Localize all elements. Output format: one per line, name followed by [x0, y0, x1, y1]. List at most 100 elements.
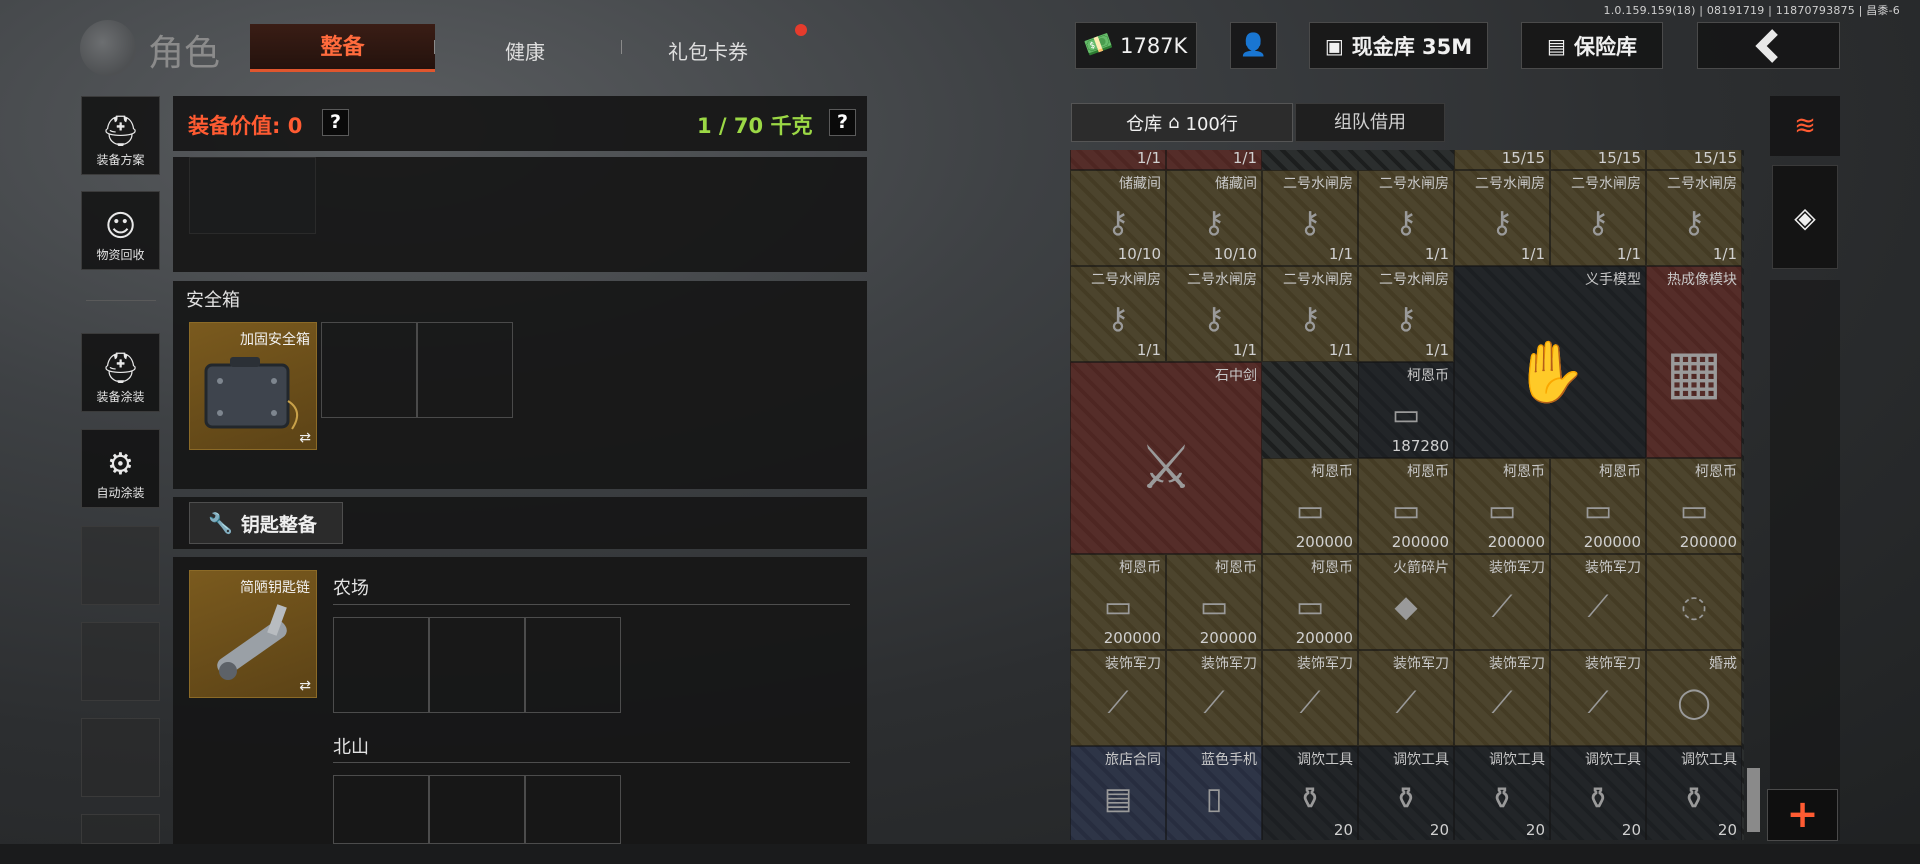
warehouse-item[interactable]: ▭ 柯恩币 200000: [1550, 458, 1646, 554]
key-slot[interactable]: [333, 617, 429, 713]
sidebar-item-loadout-plan[interactable]: ⛑ 装备方案: [81, 96, 160, 175]
warehouse-item[interactable]: ◌15/15: [1646, 150, 1742, 170]
money-display[interactable]: 💵 1787K: [1075, 22, 1197, 69]
item-count: 200000: [1103, 629, 1161, 647]
key-slot[interactable]: [429, 617, 525, 713]
warehouse-item[interactable]: ▭ 柯恩币 200000: [1070, 554, 1166, 650]
tab-gift-cards[interactable]: 礼包卡券: [668, 36, 748, 65]
warehouse-item[interactable]: ⚷ 储藏间 10/10: [1166, 170, 1262, 266]
warehouse-item[interactable]: ⟋ 装饰军刀: [1454, 650, 1550, 746]
warehouse-item[interactable]: ⚱ 调饮工具 20: [1454, 746, 1550, 840]
sort-button[interactable]: ≋: [1770, 96, 1840, 156]
swap-icon[interactable]: ⇄: [299, 430, 311, 446]
warehouse-item[interactable]: ⟋ 装饰军刀: [1166, 650, 1262, 746]
key-slot[interactable]: [333, 775, 429, 844]
tab-warehouse-label: 仓库: [1126, 113, 1163, 135]
warehouse-item[interactable]: ◌: [1646, 554, 1742, 650]
warehouse-item[interactable]: ⟋ 装饰军刀: [1070, 650, 1166, 746]
warehouse-item[interactable]: ⚱ 调饮工具 20: [1358, 746, 1454, 840]
key-prep-button[interactable]: 🔧 钥匙整备: [189, 502, 343, 544]
warehouse-item[interactable]: ⟋ 装饰军刀: [1550, 650, 1646, 746]
warehouse-scrollbar[interactable]: [1747, 768, 1760, 832]
tab-health[interactable]: 健康: [505, 36, 545, 65]
sidebar-item-skin[interactable]: ⛑ 装备涂装: [81, 333, 160, 412]
sidebar-empty-slot[interactable]: [81, 622, 160, 701]
backpack-slot[interactable]: [189, 157, 316, 234]
warehouse-item[interactable]: ⚷ 二号水闸房 1/1: [1358, 170, 1454, 266]
warehouse-item[interactable]: ⚱ 调饮工具 20: [1550, 746, 1646, 840]
key-slot[interactable]: [525, 617, 621, 713]
warehouse-item[interactable]: ◌15/15: [1454, 150, 1550, 170]
safebox-slot[interactable]: [321, 322, 417, 418]
warehouse-item[interactable]: ⚱ 调饮工具 20: [1646, 746, 1742, 840]
safe-vault-button[interactable]: ▤ 保险库: [1521, 22, 1663, 69]
warehouse-item[interactable]: ⟋ 装饰军刀: [1550, 554, 1646, 650]
keychain-item[interactable]: 简陋钥匙链 ⇄: [189, 570, 317, 698]
back-button[interactable]: [1697, 22, 1840, 69]
item-image-icon: ⚷: [1299, 301, 1321, 337]
sidebar-empty-slot[interactable]: [81, 718, 160, 797]
tab-gear[interactable]: 整备: [250, 24, 435, 72]
warehouse-item[interactable]: ⚔ 石中剑: [1070, 362, 1262, 554]
item-name: 婚戒: [1709, 656, 1737, 672]
sidebar-item-label: 装备方案: [96, 153, 145, 167]
warehouse-item[interactable]: ▭ 柯恩币 200000: [1358, 458, 1454, 554]
back-arrow-icon: [1754, 28, 1778, 63]
agent-button[interactable]: 👤: [1230, 22, 1277, 69]
warehouse-item[interactable]: ▭ 柯恩币 200000: [1166, 554, 1262, 650]
add-button[interactable]: +: [1767, 789, 1838, 841]
warehouse-item[interactable]: ▯ 蓝色手机: [1166, 746, 1262, 840]
warehouse-item[interactable]: ▭ 柯恩币 187280: [1358, 362, 1454, 458]
warehouse-item[interactable]: ◆ 火箭碎片: [1358, 554, 1454, 650]
warehouse-item[interactable]: ⚱ 调饮工具 20: [1262, 746, 1358, 840]
warehouse-item[interactable]: ⚷ 二号水闸房 1/1: [1262, 170, 1358, 266]
tab-team-borrow[interactable]: 组队借用: [1295, 103, 1445, 142]
filter-layers-button[interactable]: ◈: [1772, 165, 1838, 269]
weight-help-button[interactable]: ?: [829, 109, 856, 136]
key-slot[interactable]: [429, 775, 525, 844]
warehouse-item[interactable]: ◌1/1: [1070, 150, 1166, 170]
sidebar-empty-slot[interactable]: [81, 526, 160, 605]
safebox-slot[interactable]: [417, 322, 513, 418]
safebox-item[interactable]: 加固安全箱 ⇄: [189, 322, 317, 450]
tab-warehouse[interactable]: 仓库 ⌂ 100行: [1071, 103, 1293, 142]
safebox-title: 安全箱: [186, 290, 240, 311]
warehouse-item[interactable]: ⚷ 储藏间 10/10: [1070, 170, 1166, 266]
item-image-icon: ⚷: [1107, 205, 1129, 241]
key-slot[interactable]: [525, 775, 621, 844]
warehouse-item[interactable]: ◌15/15: [1550, 150, 1646, 170]
warehouse-item[interactable]: ⟋ 装饰军刀: [1358, 650, 1454, 746]
value-help-button[interactable]: ?: [322, 109, 349, 136]
warehouse-item[interactable]: ◌1/1: [1166, 150, 1262, 170]
warehouse-item[interactable]: ⚷ 二号水闸房 1/1: [1550, 170, 1646, 266]
item-name: 装饰军刀: [1585, 656, 1641, 672]
warehouse-item[interactable]: ⚷ 二号水闸房 1/1: [1454, 170, 1550, 266]
warehouse-item[interactable]: ▭ 柯恩币 200000: [1262, 554, 1358, 650]
safe-vault-label: 保险库: [1573, 34, 1637, 59]
safebox-icon: [204, 357, 299, 430]
warehouse-item[interactable]: ▦ 热成像模块: [1646, 266, 1742, 458]
warehouse-item[interactable]: ▭ 柯恩币 200000: [1646, 458, 1742, 554]
item-name: 装饰军刀: [1489, 656, 1545, 672]
sidebar-empty-slot[interactable]: [81, 814, 160, 844]
warehouse-item[interactable]: ✋ 义手模型: [1454, 266, 1646, 458]
sidebar-item-recycle[interactable]: ☺ 物资回收: [81, 191, 160, 270]
warehouse-item[interactable]: ▭ 柯恩币 200000: [1262, 458, 1358, 554]
warehouse-item[interactable]: ⟋ 装饰军刀: [1454, 554, 1550, 650]
warehouse-item[interactable]: ⚷ 二号水闸房 1/1: [1070, 266, 1166, 362]
warehouse-item[interactable]: ▭ 柯恩币 200000: [1454, 458, 1550, 554]
warehouse-item[interactable]: ⚷ 二号水闸房 1/1: [1358, 266, 1454, 362]
item-name: 火箭碎片: [1393, 560, 1449, 576]
item-name: 柯恩币: [1215, 560, 1257, 576]
cash-vault-button[interactable]: ▣ 现金库 35M: [1309, 22, 1488, 69]
warehouse-item[interactable]: ⟋ 装饰军刀: [1262, 650, 1358, 746]
sidebar-item-auto-skin[interactable]: ⚙ 自动涂装: [81, 429, 160, 508]
warehouse-item[interactable]: ⚷ 二号水闸房 1/1: [1166, 266, 1262, 362]
warehouse-item[interactable]: ▤ 旅店合同: [1070, 746, 1166, 840]
warehouse-item[interactable]: ⚷ 二号水闸房 1/1: [1646, 170, 1742, 266]
warehouse-grid[interactable]: ◌1/1◌1/1◌15/15◌15/15◌15/15⚷储藏间10/10⚷储藏间1…: [1070, 150, 1744, 840]
page-title: 角色: [148, 33, 221, 74]
warehouse-item[interactable]: ◯ 婚戒: [1646, 650, 1742, 746]
swap-icon[interactable]: ⇄: [299, 678, 311, 694]
warehouse-item[interactable]: ⚷ 二号水闸房 1/1: [1262, 266, 1358, 362]
